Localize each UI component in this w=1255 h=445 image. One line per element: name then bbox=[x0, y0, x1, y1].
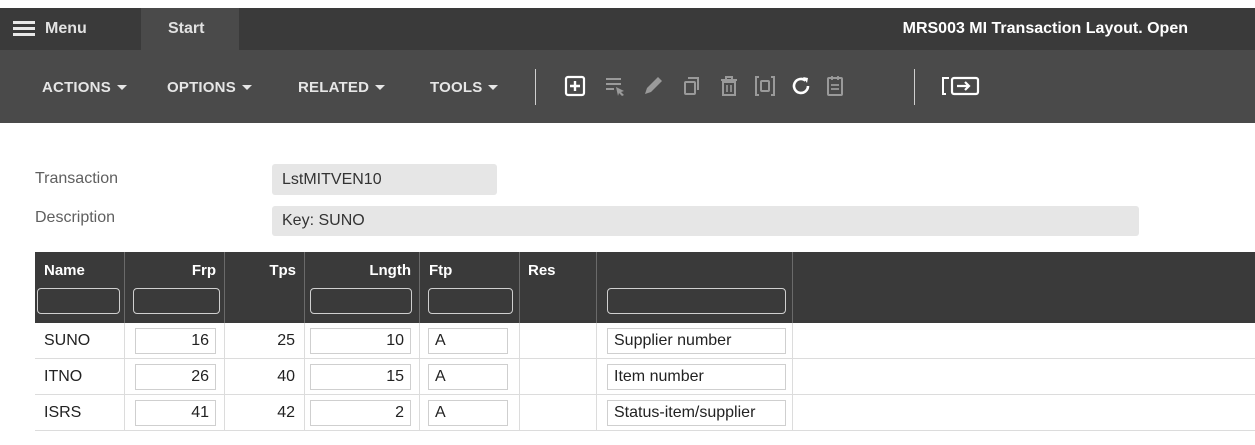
frp-input[interactable]: 41 bbox=[135, 400, 216, 426]
cell-tps: 40 bbox=[225, 359, 305, 395]
column-header-ftp[interactable]: Ftp bbox=[420, 252, 520, 323]
cell-lngth: 15 bbox=[305, 359, 420, 395]
cell-description: Item number bbox=[597, 359, 793, 395]
cell-tps: 25 bbox=[225, 323, 305, 359]
new-icon[interactable] bbox=[563, 74, 587, 98]
cell-ftp: A bbox=[420, 359, 520, 395]
grid-header: Name Frp Tps Lngth Ftp Res bbox=[35, 252, 1255, 323]
cell-ftp: A bbox=[420, 323, 520, 359]
cell-text: 42 bbox=[277, 404, 295, 421]
copy-icon[interactable] bbox=[680, 74, 704, 98]
hamburger-icon bbox=[13, 21, 35, 37]
cell-tps: 42 bbox=[225, 395, 305, 431]
cell-ftp: A bbox=[420, 395, 520, 431]
column-title: Res bbox=[528, 262, 556, 279]
transaction-label: Transaction bbox=[35, 170, 118, 187]
cell-frp: 41 bbox=[125, 395, 225, 431]
column-header-name[interactable]: Name bbox=[35, 252, 125, 323]
tools-menu-label: TOOLS bbox=[430, 78, 483, 96]
column-header-description[interactable] bbox=[597, 252, 793, 323]
cell-text: SUNO bbox=[44, 332, 91, 349]
lngth-input[interactable]: 10 bbox=[310, 328, 411, 354]
column-title: Frp bbox=[191, 262, 216, 279]
notes-icon[interactable] bbox=[823, 74, 847, 98]
mi-transaction-layout-window: Menu Start MRS003 MI Transaction Layout.… bbox=[0, 0, 1255, 445]
display-icon[interactable] bbox=[753, 74, 777, 98]
table-row[interactable]: ISRS 41 42 2 A Status-item/supplier bbox=[35, 395, 1255, 431]
ftp-input[interactable]: A bbox=[428, 400, 508, 426]
options-menu[interactable]: OPTIONS bbox=[167, 76, 252, 98]
lngth-input[interactable]: 2 bbox=[310, 400, 411, 426]
column-title: Ftp bbox=[429, 262, 453, 279]
ftp-input[interactable]: A bbox=[428, 328, 508, 354]
tab-start[interactable]: Start bbox=[141, 8, 239, 50]
toolbar: ACTIONS OPTIONS RELATED TOOLS bbox=[0, 50, 1255, 123]
filter-input-lngth[interactable] bbox=[310, 288, 412, 314]
chevron-down-icon bbox=[488, 84, 499, 90]
column-title: Lngth bbox=[369, 262, 411, 279]
description-input[interactable]: Supplier number bbox=[607, 328, 786, 354]
window-title: MRS003 MI Transaction Layout. Open bbox=[902, 20, 1188, 37]
filter-input-description[interactable] bbox=[607, 288, 786, 314]
column-header-tps[interactable]: Tps bbox=[225, 252, 305, 323]
menu-button[interactable]: Menu bbox=[0, 8, 140, 50]
lngth-input[interactable]: 15 bbox=[310, 364, 411, 390]
select-icon[interactable] bbox=[603, 74, 627, 98]
edit-icon[interactable] bbox=[641, 74, 665, 98]
menu-label: Menu bbox=[45, 20, 87, 37]
cell-name: ITNO bbox=[35, 359, 125, 395]
actions-menu[interactable]: ACTIONS bbox=[42, 76, 127, 98]
column-header-frp[interactable]: Frp bbox=[125, 252, 225, 323]
transaction-field: LstMITVEN10 bbox=[272, 164, 497, 195]
chevron-down-icon bbox=[116, 84, 127, 90]
cell-lngth: 10 bbox=[305, 323, 420, 359]
top-bar: Menu Start MRS003 MI Transaction Layout.… bbox=[0, 8, 1255, 50]
related-menu-label: RELATED bbox=[298, 78, 370, 96]
tools-menu[interactable]: TOOLS bbox=[430, 76, 499, 98]
filter-input-frp[interactable] bbox=[133, 288, 220, 314]
cell-text: 40 bbox=[277, 368, 295, 385]
cell-res bbox=[520, 359, 597, 395]
filter-input-ftp[interactable] bbox=[428, 288, 513, 314]
description-input[interactable]: Status-item/supplier bbox=[607, 400, 786, 426]
cell-frp: 16 bbox=[125, 323, 225, 359]
cell-frp: 26 bbox=[125, 359, 225, 395]
chevron-down-icon bbox=[241, 84, 252, 90]
description-label: Description bbox=[35, 209, 116, 226]
description-field: Key: SUNO bbox=[272, 206, 1139, 236]
column-title: Tps bbox=[269, 262, 296, 279]
related-menu[interactable]: RELATED bbox=[298, 76, 386, 98]
cell-text: 25 bbox=[277, 332, 295, 349]
cell-name: SUNO bbox=[35, 323, 125, 359]
column-header-res[interactable]: Res bbox=[520, 252, 597, 323]
close-panel-icon[interactable] bbox=[940, 74, 982, 98]
options-menu-label: OPTIONS bbox=[167, 78, 236, 96]
column-header-lngth[interactable]: Lngth bbox=[305, 252, 420, 323]
table-row[interactable]: SUNO 16 25 10 A Supplier number bbox=[35, 323, 1255, 359]
frp-input[interactable]: 26 bbox=[135, 364, 216, 390]
toolbar-divider bbox=[535, 69, 536, 105]
cell-description: Status-item/supplier bbox=[597, 395, 793, 431]
cell-res bbox=[520, 395, 597, 431]
refresh-icon[interactable] bbox=[789, 74, 813, 98]
column-title: Name bbox=[44, 262, 85, 279]
actions-menu-label: ACTIONS bbox=[42, 78, 111, 96]
cell-res bbox=[520, 323, 597, 359]
cell-text: ITNO bbox=[44, 368, 83, 385]
table-row[interactable]: ITNO 26 40 15 A Item number bbox=[35, 359, 1255, 395]
filter-input-name[interactable] bbox=[37, 288, 120, 314]
cell-lngth: 2 bbox=[305, 395, 420, 431]
frp-input[interactable]: 16 bbox=[135, 328, 216, 354]
delete-icon[interactable] bbox=[717, 74, 741, 98]
cell-text: ISRS bbox=[44, 404, 82, 421]
cell-name: ISRS bbox=[35, 395, 125, 431]
ftp-input[interactable]: A bbox=[428, 364, 508, 390]
cell-description: Supplier number bbox=[597, 323, 793, 359]
toolbar-divider bbox=[914, 69, 915, 105]
chevron-down-icon bbox=[375, 84, 386, 90]
description-input[interactable]: Item number bbox=[607, 364, 786, 390]
